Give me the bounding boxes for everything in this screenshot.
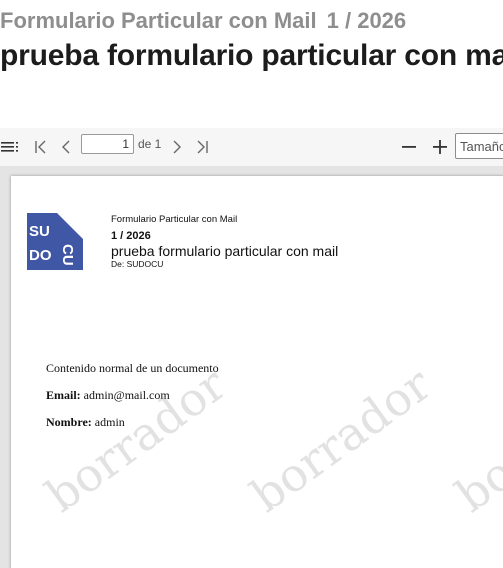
zoom-select[interactable]: Tamaño <box>455 133 503 159</box>
pdf-toolbar: de 1 Tamaño <box>0 128 503 166</box>
zoom-out-icon[interactable] <box>399 137 419 157</box>
pdf-viewer-area[interactable]: SU DO CU Formulario Particular con Mail … <box>0 166 503 568</box>
name-label: Nombre: <box>46 415 92 429</box>
sidebar-toggle-icon[interactable] <box>0 137 20 157</box>
next-page-icon[interactable] <box>167 137 187 157</box>
pdf-page: SU DO CU Formulario Particular con Mail … <box>11 176 503 568</box>
document-type-text: Formulario Particular con Mail <box>0 8 317 33</box>
body-email-row: Email: admin@mail.com <box>46 388 219 415</box>
watermark-text: borrador <box>241 356 441 523</box>
doc-number-line: 1 / 2026 <box>111 230 151 242</box>
first-page-icon[interactable] <box>31 137 51 157</box>
watermark-text: borrador <box>446 356 503 523</box>
email-label: Email: <box>46 388 81 402</box>
page-number-input[interactable] <box>81 134 134 154</box>
logo-text-su: SU <box>29 223 50 240</box>
last-page-icon[interactable] <box>192 137 212 157</box>
name-value: admin <box>94 415 125 429</box>
email-value: admin@mail.com <box>83 388 170 402</box>
document-body: Contenido normal de un documento Email: … <box>46 361 219 442</box>
doc-from-line: De: SUDOCU <box>111 259 164 269</box>
doc-type-line: Formulario Particular con Mail <box>111 214 238 225</box>
document-number-text: 1 / 2026 <box>326 8 407 33</box>
logo-text-cu: CU <box>59 244 76 266</box>
doc-title-line: prueba formulario particular con mail <box>111 243 339 259</box>
body-name-row: Nombre: admin <box>46 415 219 442</box>
body-intro: Contenido normal de un documento <box>46 361 219 375</box>
logo-text-do: DO <box>29 247 52 264</box>
page-count-label: de 1 <box>138 137 162 151</box>
previous-page-icon[interactable] <box>56 137 76 157</box>
sudocu-logo-icon: SU DO CU <box>27 213 83 270</box>
document-title-heading: prueba formulario particular con mail <box>0 39 503 72</box>
document-type-heading: Formulario Particular con Mail 1 / 2026 <box>0 8 406 34</box>
zoom-in-icon[interactable] <box>430 137 450 157</box>
document-header-block: Formulario Particular con Mail 1 / 2026 … <box>111 214 338 270</box>
